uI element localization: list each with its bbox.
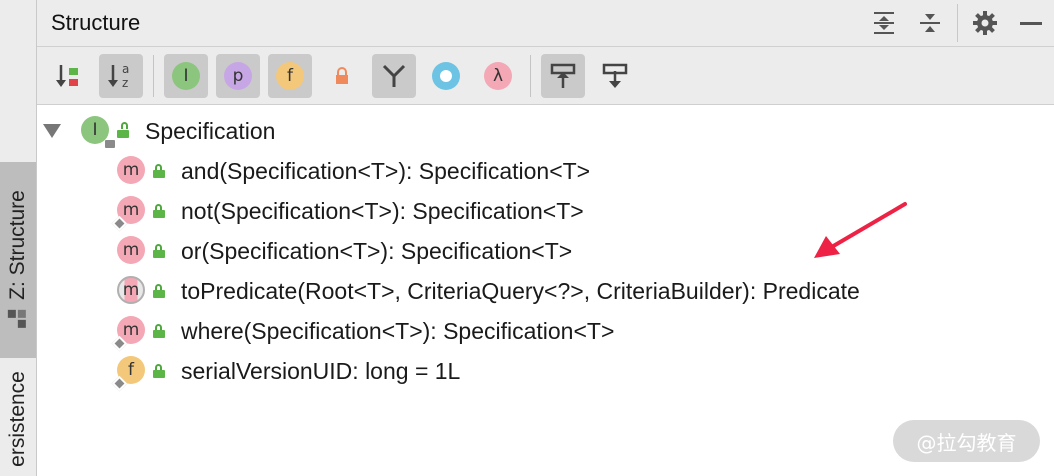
lock-icon	[336, 66, 348, 84]
show-non-public-button[interactable]	[320, 54, 364, 98]
show-anonymous-button[interactable]	[424, 54, 468, 98]
annotation-arrow-icon	[814, 202, 907, 258]
autoscroll-to-source-icon	[550, 63, 576, 88]
toolbar-separator-2	[530, 54, 531, 97]
public-lock-icon	[153, 364, 165, 378]
method-node-icon: m	[117, 156, 147, 186]
gear-icon	[973, 11, 997, 35]
tree-member-label: and(Specification<T>): Specification<T>	[181, 157, 591, 184]
sort-alphabetically-icon: a z	[108, 62, 129, 90]
expand-all-icon	[874, 12, 894, 34]
show-fields-button[interactable]: f	[268, 53, 312, 98]
collapse-all-icon	[920, 14, 940, 32]
persistence-tab-label: ersistence	[6, 371, 29, 467]
persistence-tool-tab[interactable]: ersistence	[0, 362, 36, 476]
show-lambdas-button[interactable]: λ	[476, 54, 520, 98]
sort-alphabetically-button[interactable]: a z	[99, 53, 143, 98]
public-open-lock-icon	[117, 122, 129, 138]
group-methods-button[interactable]	[372, 53, 416, 98]
public-lock-icon	[153, 284, 165, 298]
tree-member-label: not(Specification<T>): Specification<T>	[181, 197, 584, 224]
tree-member-row[interactable]: f serialVersionUID: long = 1L	[111, 351, 461, 392]
property-icon: p	[224, 61, 252, 90]
minimize-icon	[1020, 22, 1042, 25]
tree-member-row[interactable]: m not(Specification<T>): Specification<T…	[111, 191, 584, 232]
tree-member-row[interactable]: m and(Specification<T>): Specification<T…	[117, 151, 590, 191]
static-method-node-icon: m	[111, 196, 147, 232]
method-node-icon: m	[117, 236, 147, 266]
tree-member-row[interactable]: m where(Specification<T>): Specification…	[111, 311, 615, 352]
autoscroll-from-source-icon	[602, 63, 628, 88]
method-icon: m	[117, 156, 145, 184]
anonymous-class-icon	[432, 61, 460, 90]
tree-member-label: or(Specification<T>): Specification<T>	[181, 237, 573, 264]
public-lock-icon	[153, 244, 165, 258]
settings-button[interactable]	[962, 0, 1008, 46]
panel-title: Structure	[51, 10, 141, 35]
left-tool-strip: Z: Structure ersistence	[0, 0, 37, 476]
show-properties-button[interactable]: p	[216, 53, 260, 98]
interface-inherited-icon: I	[172, 61, 200, 90]
structure-tab-label: Z: Structure	[6, 190, 30, 300]
structure-toolbar: a z I p f λ	[37, 47, 1054, 105]
structure-tool-tab[interactable]: Z: Structure	[0, 162, 36, 358]
panel-header-actions	[861, 0, 1054, 46]
group-methods-icon	[382, 64, 406, 87]
sort-by-visibility-button[interactable]	[47, 54, 91, 98]
lambda-icon: λ	[484, 61, 512, 90]
abstract-method-icon: m	[117, 276, 145, 304]
static-final-field-node-icon: f	[111, 356, 147, 392]
sort-by-visibility-icon	[56, 64, 78, 87]
public-lock-icon	[153, 324, 165, 338]
hide-panel-button[interactable]	[1008, 0, 1054, 46]
panel-header: Structure	[37, 0, 1054, 47]
tree-member-row[interactable]: m or(Specification<T>): Specification<T>	[117, 231, 572, 271]
public-lock-icon	[153, 204, 165, 218]
abstract-method-node-icon: m	[117, 276, 147, 306]
expand-all-button[interactable]	[861, 0, 907, 46]
public-lock-icon	[153, 164, 165, 178]
svg-text:a: a	[122, 62, 129, 76]
field-icon: f	[276, 61, 304, 90]
collapse-all-button[interactable]	[907, 0, 953, 46]
static-method-node-icon: m	[111, 316, 147, 352]
toolbar-separator	[153, 54, 154, 97]
watermark: @拉勾教育	[893, 420, 1040, 462]
interface-node-icon: I	[81, 116, 115, 148]
structure-icon	[8, 309, 28, 330]
tree-member-label: where(Specification<T>): Specification<T…	[181, 317, 615, 344]
header-separator	[957, 4, 958, 42]
expand-triangle-icon[interactable]	[43, 124, 61, 138]
tree-member-label: toPredicate(Root<T>, CriteriaQuery<?>, C…	[181, 277, 860, 304]
tree-root-label: Specification	[145, 117, 276, 144]
method-icon: m	[117, 236, 145, 264]
tree-root-node[interactable]: I Specification	[43, 111, 275, 151]
autoscroll-to-source-button[interactable]	[541, 53, 585, 98]
readonly-badge-icon	[105, 140, 115, 148]
show-inherited-button[interactable]: I	[164, 53, 208, 98]
structure-tree: I Specification m and(Specification<T>):…	[37, 106, 1054, 476]
autoscroll-from-source-button[interactable]	[593, 54, 637, 98]
tree-member-label: serialVersionUID: long = 1L	[181, 357, 461, 384]
svg-text:z: z	[122, 76, 128, 90]
tree-member-row[interactable]: m toPredicate(Root<T>, CriteriaQuery<?>,…	[117, 271, 860, 311]
